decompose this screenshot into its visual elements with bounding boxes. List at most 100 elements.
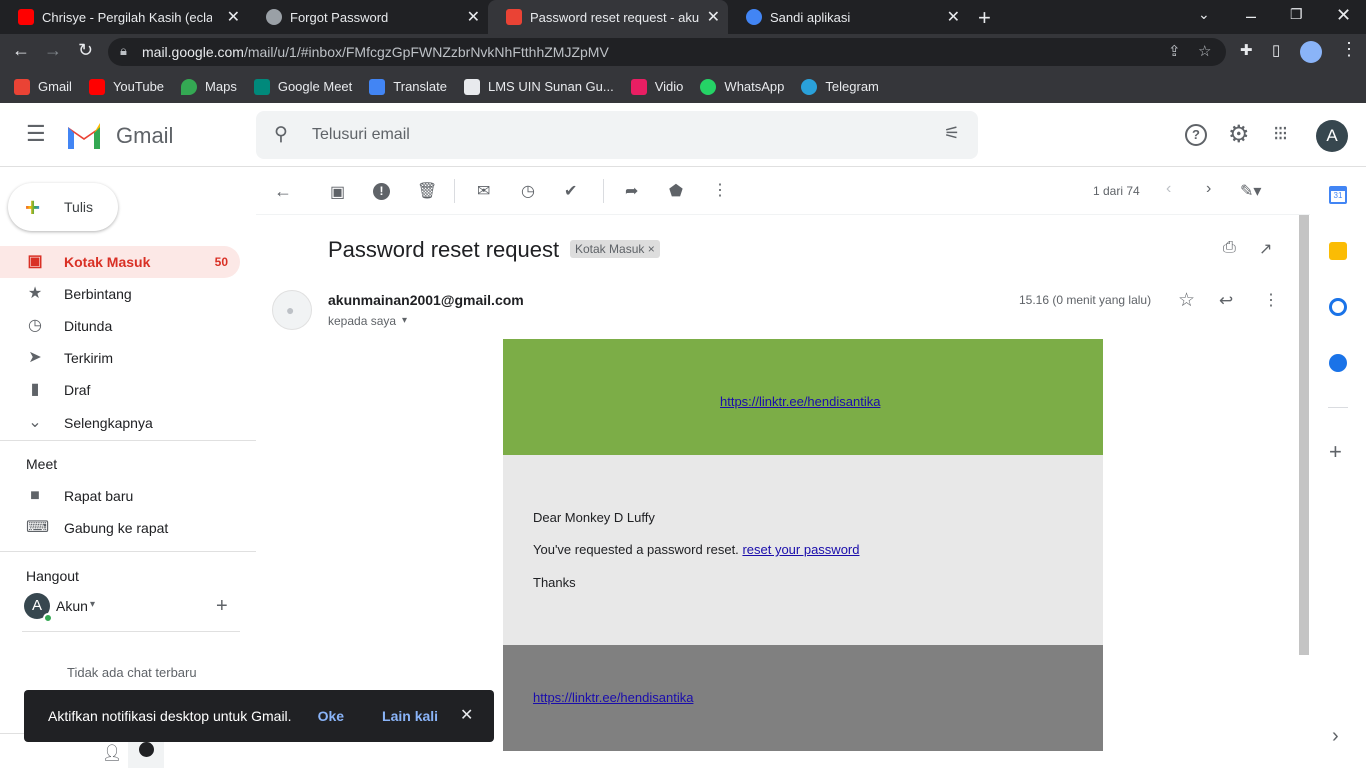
side-panel-icon[interactable]: ▯ xyxy=(1272,41,1280,59)
reset-line: You've requested a password reset. reset… xyxy=(533,542,860,557)
bookmark-youtube[interactable]: YouTube xyxy=(88,78,165,95)
email-body: https://linktr.ee/hendisantika Dear Monk… xyxy=(503,339,1103,751)
older-chevron-right-icon[interactable]: › xyxy=(1206,180,1211,198)
get-addons-plus-icon[interactable]: + xyxy=(1329,439,1342,465)
tab-forgot-password[interactable]: Forgot Password ✕ xyxy=(248,0,488,34)
translate-icon xyxy=(369,78,386,95)
snooze-clock-icon[interactable]: ◷ xyxy=(521,181,535,201)
online-status-dot xyxy=(43,613,53,623)
tab-gmail[interactable]: Password reset request - akunmainan ✕ xyxy=(488,0,728,34)
search-input[interactable]: ⚲ Telusuri email ⚟ xyxy=(256,111,978,159)
sidebar-item-snoozed[interactable]: ◷ Ditunda xyxy=(0,310,240,342)
apps-grid-icon[interactable]: ⁝⁝⁝ xyxy=(1273,121,1288,146)
contacts-icon[interactable] xyxy=(1329,354,1347,372)
add-to-tasks-icon[interactable]: ✔ xyxy=(564,181,577,201)
hamburger-menu-icon[interactable]: ☰ xyxy=(26,121,46,147)
hangout-user-name[interactable]: Akun xyxy=(56,598,88,614)
add-contact-icon[interactable]: + xyxy=(216,595,228,618)
bookmark-translate[interactable]: Translate xyxy=(369,78,447,95)
sidebar-item-drafts[interactable]: ▮ Draf xyxy=(0,374,240,406)
menu-icon[interactable]: ⋮ xyxy=(1340,39,1358,60)
delete-trash-icon[interactable]: 🗑︎ xyxy=(417,181,437,201)
profile-avatar[interactable] xyxy=(1300,41,1322,63)
more-options-icon[interactable]: ⋮ xyxy=(712,180,728,200)
sidebar-item-more[interactable]: ⌄ Selengkapnya xyxy=(0,407,240,439)
calendar-icon[interactable]: 31 xyxy=(1329,186,1347,204)
reply-icon[interactable]: ↩ xyxy=(1219,291,1233,311)
close-icon[interactable]: ✕ xyxy=(460,705,473,725)
snackbar-later-button[interactable]: Lain kali xyxy=(382,708,438,724)
reload-icon[interactable]: ↻ xyxy=(78,40,93,61)
sidebar-item-label: Draf xyxy=(64,382,91,398)
new-tab-icon[interactable]: + xyxy=(978,5,991,31)
close-icon[interactable]: ✕ xyxy=(227,7,240,27)
archive-icon[interactable]: ▣ xyxy=(330,182,345,202)
star-icon[interactable]: ☆ xyxy=(1178,289,1195,312)
scrollbar-thumb[interactable] xyxy=(1299,215,1309,655)
sidebar-item-sent[interactable]: ➤ Terkirim xyxy=(0,342,240,374)
person-icon[interactable]: 👤︎ xyxy=(102,743,122,763)
move-to-icon[interactable]: ➦ xyxy=(625,181,638,201)
bookmark-gmail[interactable]: Gmail xyxy=(14,78,72,95)
bookmark-maps[interactable]: Maps xyxy=(181,78,237,95)
extensions-icon[interactable]: ✚ xyxy=(1240,41,1253,59)
inbox-icon: ▣ xyxy=(27,253,43,270)
back-icon[interactable]: ← xyxy=(12,40,30,61)
minimize-icon[interactable]: – xyxy=(1246,6,1256,27)
input-tools-pencil-icon[interactable]: ✎▾ xyxy=(1240,181,1261,201)
meet-section-title: Meet xyxy=(26,456,58,472)
help-icon[interactable]: ? xyxy=(1185,124,1207,146)
address-bar[interactable]: 🔒︎ mail.google.com/mail/u/1/#inbox/FMfcg… xyxy=(108,38,1226,66)
reset-password-link[interactable]: reset your password xyxy=(742,542,859,557)
snackbar-ok-button[interactable]: Oke xyxy=(318,708,344,724)
sidebar-item-starred[interactable]: ★ Berbintang xyxy=(0,278,240,310)
header-link[interactable]: https://linktr.ee/hendisantika xyxy=(720,394,880,409)
label-chip-text: Kotak Masuk xyxy=(575,242,645,256)
newer-chevron-left-icon[interactable]: ‹ xyxy=(1166,180,1171,198)
bookmark-lms[interactable]: LMS UIN Sunan Gu... xyxy=(464,78,614,95)
label-chip[interactable]: Kotak Masuk × xyxy=(570,240,660,258)
back-to-inbox-icon[interactable]: ← xyxy=(274,181,292,202)
share-icon[interactable]: ⇪ xyxy=(1168,42,1181,60)
restore-icon[interactable]: ❐ xyxy=(1290,6,1303,23)
remove-label-icon[interactable]: × xyxy=(648,242,655,256)
show-details-caret-icon[interactable]: ▾ xyxy=(402,315,407,326)
tab-search-icon[interactable]: ⌄ xyxy=(1198,6,1210,23)
mark-unread-icon[interactable]: ✉ xyxy=(477,181,490,201)
bookmark-telegram[interactable]: Telegram xyxy=(801,78,879,95)
settings-gear-icon[interactable]: ⚙ xyxy=(1228,120,1250,149)
bookmark-meet[interactable]: Google Meet xyxy=(253,78,352,95)
forward-icon[interactable]: → xyxy=(44,40,62,61)
sender-email[interactable]: akunmainan2001@gmail.com xyxy=(328,292,524,308)
gmail-wordmark[interactable]: Gmail xyxy=(116,123,173,149)
report-spam-icon[interactable]: ! xyxy=(373,183,390,200)
open-new-window-icon[interactable]: ↗ xyxy=(1259,239,1272,259)
meet-join-meeting[interactable]: ⌨ Gabung ke rapat xyxy=(0,512,240,544)
tasks-icon[interactable] xyxy=(1329,298,1347,316)
search-options-icon[interactable]: ⚟ xyxy=(944,123,960,144)
footer-link[interactable]: https://linktr.ee/hendisantika xyxy=(533,690,693,705)
window-close-icon[interactable]: ✕ xyxy=(1336,5,1351,26)
sidebar-item-inbox[interactable]: ▣ Kotak Masuk 50 xyxy=(0,246,240,278)
close-icon[interactable]: ✕ xyxy=(467,7,480,27)
print-icon[interactable]: ⎙ xyxy=(1223,239,1236,257)
more-actions-icon[interactable]: ⋮ xyxy=(1263,290,1279,310)
search-icon[interactable]: ⚲ xyxy=(274,123,288,146)
gmail-logo-icon xyxy=(68,123,100,149)
tab-youtube[interactable]: Chrisye - Pergilah Kasih (eclat cover) ✕ xyxy=(0,0,248,34)
meet-new-meeting[interactable]: ■ Rapat baru xyxy=(0,480,240,512)
tab-sandi-aplikasi[interactable]: Sandi aplikasi ✕ xyxy=(728,0,968,34)
keep-icon[interactable] xyxy=(1329,242,1347,260)
bookmark-star-icon[interactable]: ☆ xyxy=(1198,42,1211,60)
compose-button[interactable]: + Tulis xyxy=(8,183,118,231)
label-icon[interactable]: ⬟ xyxy=(669,181,683,201)
account-avatar[interactable]: A xyxy=(1316,120,1348,152)
email-content-block: Dear Monkey D Luffy You've requested a p… xyxy=(503,455,1103,645)
bookmark-vidio[interactable]: Vidio xyxy=(630,78,683,95)
bookmark-whatsapp[interactable]: WhatsApp xyxy=(700,78,784,95)
bookmark-label: YouTube xyxy=(112,79,165,94)
expand-chevron-right-icon[interactable]: › xyxy=(1332,725,1339,748)
close-icon[interactable]: ✕ xyxy=(707,7,720,27)
caret-down-icon[interactable]: ▾ xyxy=(90,599,95,610)
close-icon[interactable]: ✕ xyxy=(947,7,960,27)
